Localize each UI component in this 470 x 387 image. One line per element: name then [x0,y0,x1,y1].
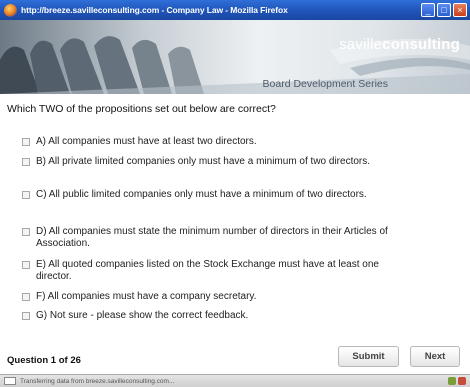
question-text: Which TWO of the propositions set out be… [7,103,276,115]
boardroom-chairs-graphic [0,36,470,94]
next-button[interactable]: Next [410,346,460,367]
close-icon[interactable]: × [453,3,467,17]
option-label: F) All companies must have a company sec… [36,291,257,302]
checkbox[interactable] [22,191,30,199]
option-e[interactable]: E) All quoted companies listed on the St… [22,259,416,283]
header-banner: savilleconsulting Board Development Seri… [0,20,470,94]
brand-logo: savilleconsulting [339,36,460,53]
checkbox[interactable] [22,293,30,301]
window-title-bar: http://breeze.savilleconsulting.com - Co… [0,0,470,20]
minimize-icon[interactable]: _ [421,3,435,17]
option-label: G) Not sure - please show the correct fe… [36,310,249,321]
status-bar: Transferring data from breeze.savillecon… [0,374,470,387]
security-icon [448,377,456,385]
option-label: B) All private limited companies only mu… [36,156,371,167]
submit-button[interactable]: Submit [338,346,399,367]
checkbox[interactable] [22,312,30,320]
question-counter: Question 1 of 26 [7,355,81,366]
brand-logo-left: saville [339,36,383,53]
checkbox[interactable] [22,158,30,166]
window-title: http://breeze.savilleconsulting.com - Co… [21,5,288,15]
checkbox[interactable] [22,138,30,146]
firefox-icon [4,3,17,17]
option-a[interactable]: A) All companies must have at least two … [22,136,416,148]
status-icons [448,377,466,385]
option-label: C) All public limited companies only mus… [36,189,367,200]
addon-icon [458,377,466,385]
option-b[interactable]: B) All private limited companies only mu… [22,156,416,168]
maximize-icon[interactable]: □ [437,3,451,17]
option-c[interactable]: C) All public limited companies only mus… [22,189,416,201]
checkbox[interactable] [22,261,30,269]
option-g[interactable]: G) Not sure - please show the correct fe… [22,310,416,322]
checkbox[interactable] [22,228,30,236]
option-label: E) All quoted companies listed on the St… [36,259,379,282]
status-text: Transferring data from breeze.savillecon… [20,377,175,385]
window-controls: _ □ × [421,3,467,17]
option-label: D) All companies must state the minimum … [36,226,388,249]
option-label: A) All companies must have at least two … [36,136,257,147]
option-d[interactable]: D) All companies must state the minimum … [22,226,416,250]
page-icon [4,377,16,385]
option-f[interactable]: F) All companies must have a company sec… [22,291,416,303]
brand-logo-right: consulting [382,36,460,53]
series-title: Board Development Series [262,78,388,90]
